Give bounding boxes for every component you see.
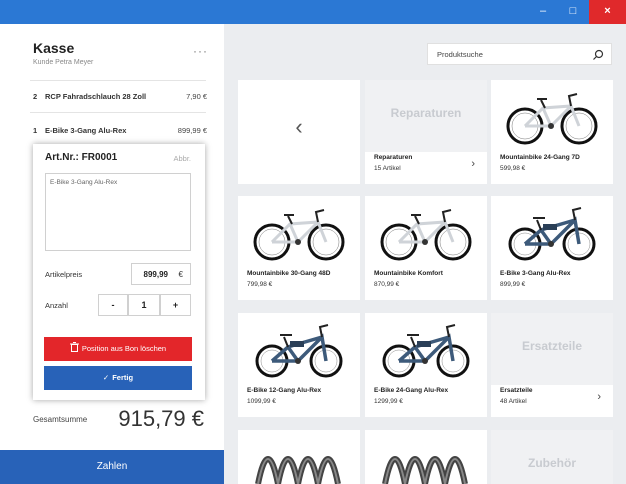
- category-name: Ersatzteile: [500, 387, 533, 394]
- product-name: Mountainbike 30-Gang 48D: [247, 270, 331, 277]
- ebike-image: [382, 323, 470, 378]
- done-button[interactable]: ✓ Fertig: [44, 366, 192, 390]
- cart-item-price: 7,90 €: [186, 92, 207, 101]
- category-count: 15 Artikel: [374, 165, 401, 172]
- trash-icon: [69, 342, 79, 352]
- customer-name: Kunde Petra Meyer: [33, 59, 94, 66]
- category-tile-ersatzteile[interactable]: Ersatzteile Ersatzteile 48 Artikel ›: [491, 313, 613, 417]
- category-title: Ersatzteile: [521, 339, 583, 353]
- done-label: Fertig: [112, 373, 134, 382]
- check-icon: ✓: [102, 373, 110, 382]
- qty-label: Anzahl: [45, 301, 68, 310]
- search-input[interactable]: Produktsuche: [427, 43, 612, 65]
- divider: [30, 80, 206, 81]
- bike-image: [380, 208, 472, 261]
- product-name: Mountainbike Komfort: [374, 270, 443, 277]
- category-tile-reparaturen[interactable]: Reparaturen Reparaturen 15 Artikel ›: [365, 80, 487, 184]
- abbr-button[interactable]: Abbr.: [173, 154, 191, 163]
- qty-input[interactable]: 1: [128, 294, 160, 316]
- description-field[interactable]: E-Bike 3-Gang Alu-Rex: [45, 173, 191, 251]
- category-count: 48 Artikel: [500, 398, 527, 405]
- category-tile-zubehoer[interactable]: Zubehör: [491, 430, 613, 484]
- divider: [30, 112, 206, 113]
- qty-minus-button[interactable]: -: [98, 294, 128, 316]
- category-name: Reparaturen: [374, 154, 413, 161]
- product-tile[interactable]: Mountainbike Komfort 870,99 €: [365, 196, 487, 300]
- category-title: Zubehör: [528, 456, 576, 470]
- chevron-right-icon: ›: [597, 391, 601, 403]
- product-tile[interactable]: E-Bike 12-Gang Alu-Rex 1099,99 €: [238, 313, 360, 417]
- article-number: Art.Nr.: FR0001: [45, 152, 118, 163]
- product-price: 799,98 €: [247, 281, 273, 288]
- product-tile[interactable]: [365, 430, 487, 484]
- delete-position-label: Position aus Bon löschen: [81, 344, 167, 353]
- bike-image: [253, 208, 345, 261]
- title-bar: – □ ×: [0, 0, 626, 24]
- total-label: Gesamtsumme: [33, 415, 88, 424]
- chevron-right-icon: ›: [471, 158, 475, 170]
- category-title: Reparaturen: [390, 106, 462, 120]
- product-tile[interactable]: Mountainbike 24-Gang 7D 599,98 €: [491, 80, 613, 184]
- cart-item-qty: 2: [33, 92, 38, 101]
- product-price: 870,99 €: [374, 281, 400, 288]
- product-price: 1099,99 €: [247, 398, 276, 405]
- product-name: E-Bike 12-Gang Alu-Rex: [247, 387, 322, 394]
- chevron-left-icon: ‹: [295, 114, 303, 139]
- cart-item[interactable]: 1 E-Bike 3-Gang Alu-Rex 899,99 €: [33, 126, 207, 140]
- cart-item-name: RCP Fahradschlauch 28 Zoll: [45, 92, 147, 101]
- pay-button[interactable]: Zahlen: [0, 450, 224, 484]
- search-icon: [593, 49, 604, 60]
- qty-plus-button[interactable]: +: [160, 294, 191, 316]
- bike-image: [506, 92, 598, 145]
- price-value: 899,99: [143, 270, 168, 279]
- item-editor-popup: Art.Nr.: FR0001 Abbr. E-Bike 3-Gang Alu-…: [33, 144, 205, 400]
- product-name: E-Bike 3-Gang Alu-Rex: [500, 270, 571, 277]
- total-value: 915,79 €: [118, 406, 204, 431]
- product-tile[interactable]: E-Bike 24-Gang Alu-Rex 1299,99 €: [365, 313, 487, 417]
- cart-item-name: E-Bike 3-Gang Alu-Rex: [45, 126, 127, 135]
- cart-item-qty: 1: [33, 126, 38, 135]
- price-field[interactable]: 899,99 €: [131, 263, 191, 285]
- product-price: 599,98 €: [500, 165, 526, 172]
- more-menu-button[interactable]: ···: [193, 44, 208, 58]
- product-price: 1299,99 €: [374, 398, 403, 405]
- product-price: 899,99 €: [500, 281, 526, 288]
- product-tile[interactable]: E-Bike 3-Gang Alu-Rex 899,99 €: [491, 196, 613, 300]
- currency-label: €: [178, 270, 183, 279]
- close-button[interactable]: ×: [589, 0, 626, 24]
- spring-image: [238, 430, 360, 484]
- back-tile[interactable]: ‹: [238, 80, 360, 184]
- cart-item[interactable]: 2 RCP Fahradschlauch 28 Zoll 7,90 €: [33, 92, 207, 106]
- ebike-image: [255, 323, 343, 378]
- ebike-image: [508, 206, 596, 261]
- cart-item-price: 899,99 €: [177, 126, 207, 135]
- maximize-button[interactable]: □: [558, 0, 588, 24]
- page-title: Kasse: [33, 40, 75, 56]
- search-placeholder: Produktsuche: [437, 50, 483, 59]
- spring-image: [365, 430, 487, 484]
- product-name: Mountainbike 24-Gang 7D: [500, 154, 580, 161]
- minimize-button[interactable]: –: [528, 0, 558, 24]
- product-name: E-Bike 24-Gang Alu-Rex: [374, 387, 449, 394]
- product-tile[interactable]: Mountainbike 30-Gang 48D 799,98 €: [238, 196, 360, 300]
- price-label: Artikelpreis: [45, 270, 83, 279]
- product-tile[interactable]: [238, 430, 360, 484]
- delete-position-button[interactable]: Position aus Bon löschen: [44, 337, 192, 361]
